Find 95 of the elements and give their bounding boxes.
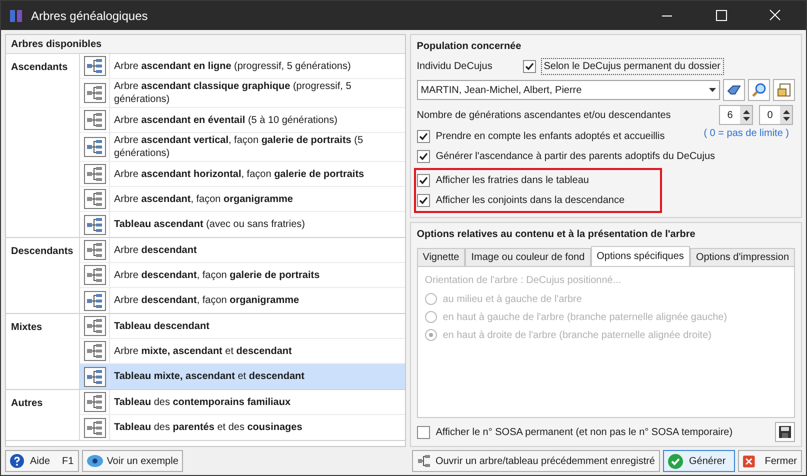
tree-type-label: Arbre descendant, façon galerie de portraits xyxy=(114,268,320,282)
tree-diagram-icon xyxy=(84,189,106,209)
tree-type-label: Arbre ascendant en ligne (progressif, 5 générations) xyxy=(114,60,351,72)
category-label: Ascendants xyxy=(11,62,68,73)
open-button[interactable]: Ouvrir un arbre/tableau précédemment enregistré xyxy=(412,450,660,472)
tree-type-item[interactable]: Arbre descendant, façon organigramme xyxy=(80,288,405,313)
window-title: Arbres généalogiques xyxy=(31,8,148,24)
tree-diagram-icon xyxy=(84,290,106,310)
tree-type-item[interactable]: Arbre ascendant classique graphique (progressif, 5 générations) xyxy=(80,79,405,108)
person-dropdown[interactable]: MARTIN, Jean-Michel, Albert, Pierre xyxy=(416,80,720,100)
checkbox[interactable] xyxy=(416,130,430,143)
tree-type-label: Arbre mixte, ascendant et descendant xyxy=(114,344,292,358)
radio-label: en haut à gauche de l'arbre (branche paternelle alignée gauche) xyxy=(442,310,728,324)
tree-type-item[interactable]: Arbre ascendant en ligne (progressif, 5 générations) xyxy=(80,54,405,79)
tree-type-item[interactable]: Tableau des contemporains familiaux xyxy=(80,390,405,415)
radio-label: au milieu et à gauche de l'arbre xyxy=(442,292,582,306)
checkbox-label: Afficher les fratries dans le tableau xyxy=(436,174,590,188)
tree-diagram-icon xyxy=(84,56,106,76)
help-button[interactable]: Aide F1 xyxy=(5,450,79,472)
tree-type-item[interactable]: Tableau descendant xyxy=(80,314,405,339)
category-label: Autres xyxy=(11,398,43,409)
tree-diagram-icon xyxy=(84,164,106,184)
tree-type-item[interactable]: Arbre ascendant, façon organigramme xyxy=(80,187,405,212)
checkbox-label: Générer l'ascendance à partir des parents adoptifs du DeCujus xyxy=(436,150,716,164)
checkbox-label: Afficher les conjoints dans la descendance xyxy=(436,194,626,208)
close-button[interactable]: Fermer xyxy=(738,450,802,472)
down-arrow-icon xyxy=(742,116,750,120)
checkbox-label: Selon le DeCujus permanent du dossier xyxy=(540,58,724,75)
checkbox-label: Afficher le n° SOSA permanent (et non pas le n° SOSA temporaire) xyxy=(436,426,734,440)
field-label: Individu DeCujus xyxy=(416,60,494,74)
orientation-label: Orientation de l'arbre : DeCujus positionné... xyxy=(424,274,622,288)
generations-spinner[interactable]: 0 xyxy=(759,105,793,125)
up-arrow-icon xyxy=(782,110,790,114)
tree-type-item[interactable]: Arbre ascendant vertical, façon galerie de portraits (5 générations) xyxy=(80,133,405,162)
limit-note: ( 0 = pas de limite ) xyxy=(704,127,790,141)
check-icon xyxy=(668,454,683,468)
search-icon xyxy=(752,83,766,97)
tree-type-label: Tableau mixte, ascendant et descendant xyxy=(114,370,304,383)
tree-diagram-icon xyxy=(84,240,106,260)
up-arrow-icon xyxy=(742,110,750,114)
caret-icon xyxy=(709,88,716,92)
section-title: Population concernée xyxy=(416,40,522,54)
eye-icon xyxy=(86,455,103,467)
checkbox[interactable] xyxy=(522,60,536,73)
section-title: Options relatives au contenu et à la présentation de l'arbre xyxy=(416,228,696,242)
tree-type-item[interactable]: Tableau ascendant (avec ou sans fratries) xyxy=(80,212,405,237)
category-label: Descendants xyxy=(11,246,74,257)
save-button[interactable] xyxy=(775,422,795,442)
radio-label: en haut à droite de l'arbre (branche paternelle alignée droite) xyxy=(442,328,712,342)
panel-title: Arbres disponibles xyxy=(6,35,405,54)
document-icon xyxy=(777,83,791,97)
tree-diagram-icon xyxy=(84,316,106,336)
generate-button[interactable]: Générer xyxy=(663,450,735,472)
tree-type-item[interactable]: Tableau mixte, ascendant et descendant xyxy=(80,364,405,389)
tree-diagram-icon xyxy=(84,265,106,285)
document-button[interactable] xyxy=(773,79,795,101)
tree-type-item[interactable]: Tableau des parentés et des cousinages xyxy=(80,415,405,440)
checkbox[interactable] xyxy=(416,194,430,207)
tree-diagram-icon xyxy=(84,366,106,386)
eraser-button[interactable] xyxy=(723,79,745,101)
generations-spinner[interactable]: 6 xyxy=(719,105,753,125)
tree-type-label: Arbre descendant, façon organigramme xyxy=(114,294,300,307)
tree-type-item[interactable]: Arbre ascendant horizontal, façon galerie de portraits xyxy=(80,162,405,187)
tree-type-label: Tableau des parentés et des cousinages xyxy=(114,421,302,434)
category-label: Mixtes xyxy=(11,322,42,333)
tree-diagram-icon xyxy=(84,418,106,438)
close-icon xyxy=(743,454,755,468)
tree-diagram-icon xyxy=(84,392,106,412)
tree-type-label: Arbre descendant xyxy=(114,244,197,256)
tree-type-label: Arbre ascendant vertical, façon galerie de portraits (5 générations) xyxy=(114,134,364,160)
tree-type-label: Arbre ascendant horizontal, façon galerie de portraits xyxy=(114,168,364,180)
tree-diagram-icon xyxy=(84,83,106,103)
tree-type-item[interactable]: Arbre ascendant en éventail (5 à 10 générations) xyxy=(80,108,405,133)
tree-type-label: Arbre ascendant classique graphique (progressif, 5 générations) xyxy=(114,80,352,106)
tree-diagram-icon xyxy=(84,341,106,361)
checkbox-label: Prendre en compte les enfants adoptés et accueillis xyxy=(436,130,666,144)
down-arrow-icon xyxy=(782,116,790,120)
search-button[interactable] xyxy=(748,79,770,101)
tree-diagram-icon xyxy=(84,214,106,234)
tree-type-label: Tableau descendant xyxy=(114,320,210,332)
tree-type-item[interactable]: Arbre descendant xyxy=(80,238,405,263)
tree-type-label: Arbre ascendant, façon organigramme xyxy=(114,192,293,206)
tree-diagram-icon xyxy=(84,137,106,157)
example-button[interactable]: Voir un exemple xyxy=(82,450,184,472)
help-icon xyxy=(10,454,24,468)
tree-diagram-icon xyxy=(84,110,106,130)
tree-diagram-icon xyxy=(417,454,432,468)
checkbox[interactable] xyxy=(416,174,430,187)
tree-type-label: Tableau des contemporains familiaux xyxy=(114,396,291,408)
tree-type-label: Tableau ascendant (avec ou sans fratries) xyxy=(114,218,306,231)
field-label: Nombre de générations ascendantes et/ou descendantes xyxy=(416,108,672,122)
tree-type-label: Arbre ascendant en éventail (5 à 10 générations) xyxy=(114,114,338,126)
eraser-icon xyxy=(727,85,741,95)
tree-type-item[interactable]: Arbre descendant, façon galerie de portraits xyxy=(80,263,405,288)
checkbox[interactable] xyxy=(416,150,430,163)
